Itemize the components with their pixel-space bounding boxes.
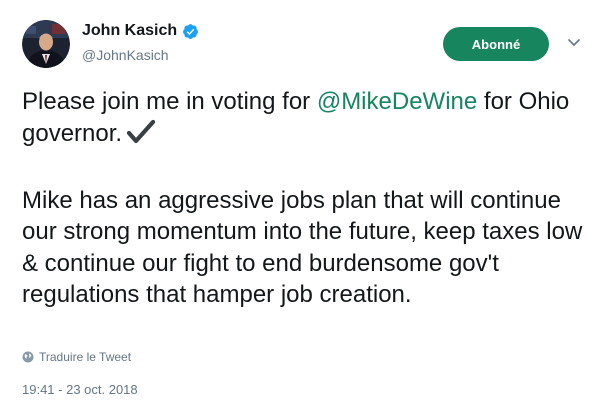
mention-link[interactable]: @MikeDeWine [317,88,477,115]
timestamp[interactable]: 19:41 - 23 oct. 2018 [22,382,138,397]
translate-link[interactable]: Traduire le Tweet [22,350,131,364]
author-name[interactable]: John Kasich [82,22,177,40]
verified-badge-icon [182,23,199,40]
author-handle[interactable]: @JohnKasich [82,47,169,63]
tweet-paragraph-2: Mike has an aggressive jobs plan that wi… [22,186,583,309]
tweet-text: Please join me in voting for @MikeDeWine… [22,86,592,311]
translate-label: Traduire le Tweet [39,350,132,364]
tweet-card: John Kasich @JohnKasich Abonné Please jo… [0,0,603,406]
globe-icon [22,351,34,363]
tweet-paragraph-1: Please join me in voting for @MikeDeWine… [22,86,592,153]
chevron-down-icon[interactable] [564,33,584,53]
author-row: John Kasich [82,22,199,40]
avatar[interactable] [22,20,70,68]
profile-photo-icon [22,20,70,68]
follow-button[interactable]: Abonné [443,27,549,61]
check-mark-icon [126,119,156,154]
tweet-text-part: Please join me in voting for [22,88,317,115]
